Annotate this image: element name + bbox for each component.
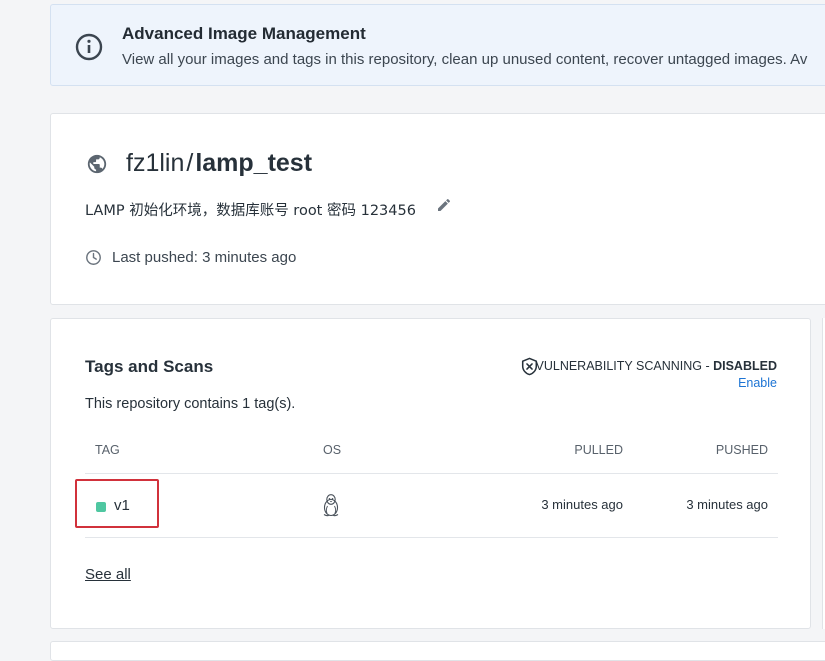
tags-count-text: This repository contains 1 tag(s). <box>85 396 296 412</box>
repository-title: fz1lin/lamp_test <box>126 149 312 178</box>
banner-text: View all your images and tags in this re… <box>122 51 808 68</box>
tags-and-scans-card: Tags and Scans This repository contains … <box>50 318 811 629</box>
advanced-image-management-banner: Advanced Image Management View all your … <box>50 4 825 86</box>
tag-pushed-time: 3 minutes ago <box>686 497 768 512</box>
banner-title: Advanced Image Management <box>122 24 366 43</box>
tag-status-indicator <box>96 502 106 512</box>
table-row-divider <box>85 537 778 538</box>
repository-header-card: fz1lin/lamp_test LAMP 初始化环境，数据库账号 root 密… <box>50 113 825 305</box>
vulnerability-scanning-label: VULNERABILITY SCANNING - <box>535 359 714 373</box>
repository-separator: / <box>186 149 194 177</box>
globe-icon <box>87 154 107 174</box>
repository-name: lamp_test <box>195 149 313 177</box>
column-header-pulled: PULLED <box>574 443 623 457</box>
tag-pulled-time: 3 minutes ago <box>541 497 623 512</box>
linux-penguin-icon <box>323 494 339 517</box>
see-all-tags-link[interactable]: See all <box>85 566 131 583</box>
repository-description: LAMP 初始化环境，数据库账号 root 密码 123456 <box>85 203 416 219</box>
vulnerability-scanning-state: DISABLED <box>713 359 777 373</box>
table-header-divider <box>85 473 778 474</box>
enable-scanning-link[interactable]: Enable <box>738 376 777 390</box>
column-header-os: OS <box>323 443 342 457</box>
repository-namespace[interactable]: fz1lin <box>126 149 184 177</box>
vulnerability-scanning-status: VULNERABILITY SCANNING - DISABLED <box>536 359 778 373</box>
tags-section-title: Tags and Scans <box>85 357 214 376</box>
column-header-tag: TAG <box>95 443 120 457</box>
tag-name-link[interactable]: v1 <box>114 497 130 514</box>
clock-icon <box>86 250 101 265</box>
info-circle-icon <box>75 33 103 61</box>
column-header-pushed: PUSHED <box>715 443 768 457</box>
pencil-icon[interactable] <box>436 197 452 213</box>
next-card-edge <box>50 641 825 661</box>
last-pushed-text: Last pushed: 3 minutes ago <box>112 249 297 266</box>
